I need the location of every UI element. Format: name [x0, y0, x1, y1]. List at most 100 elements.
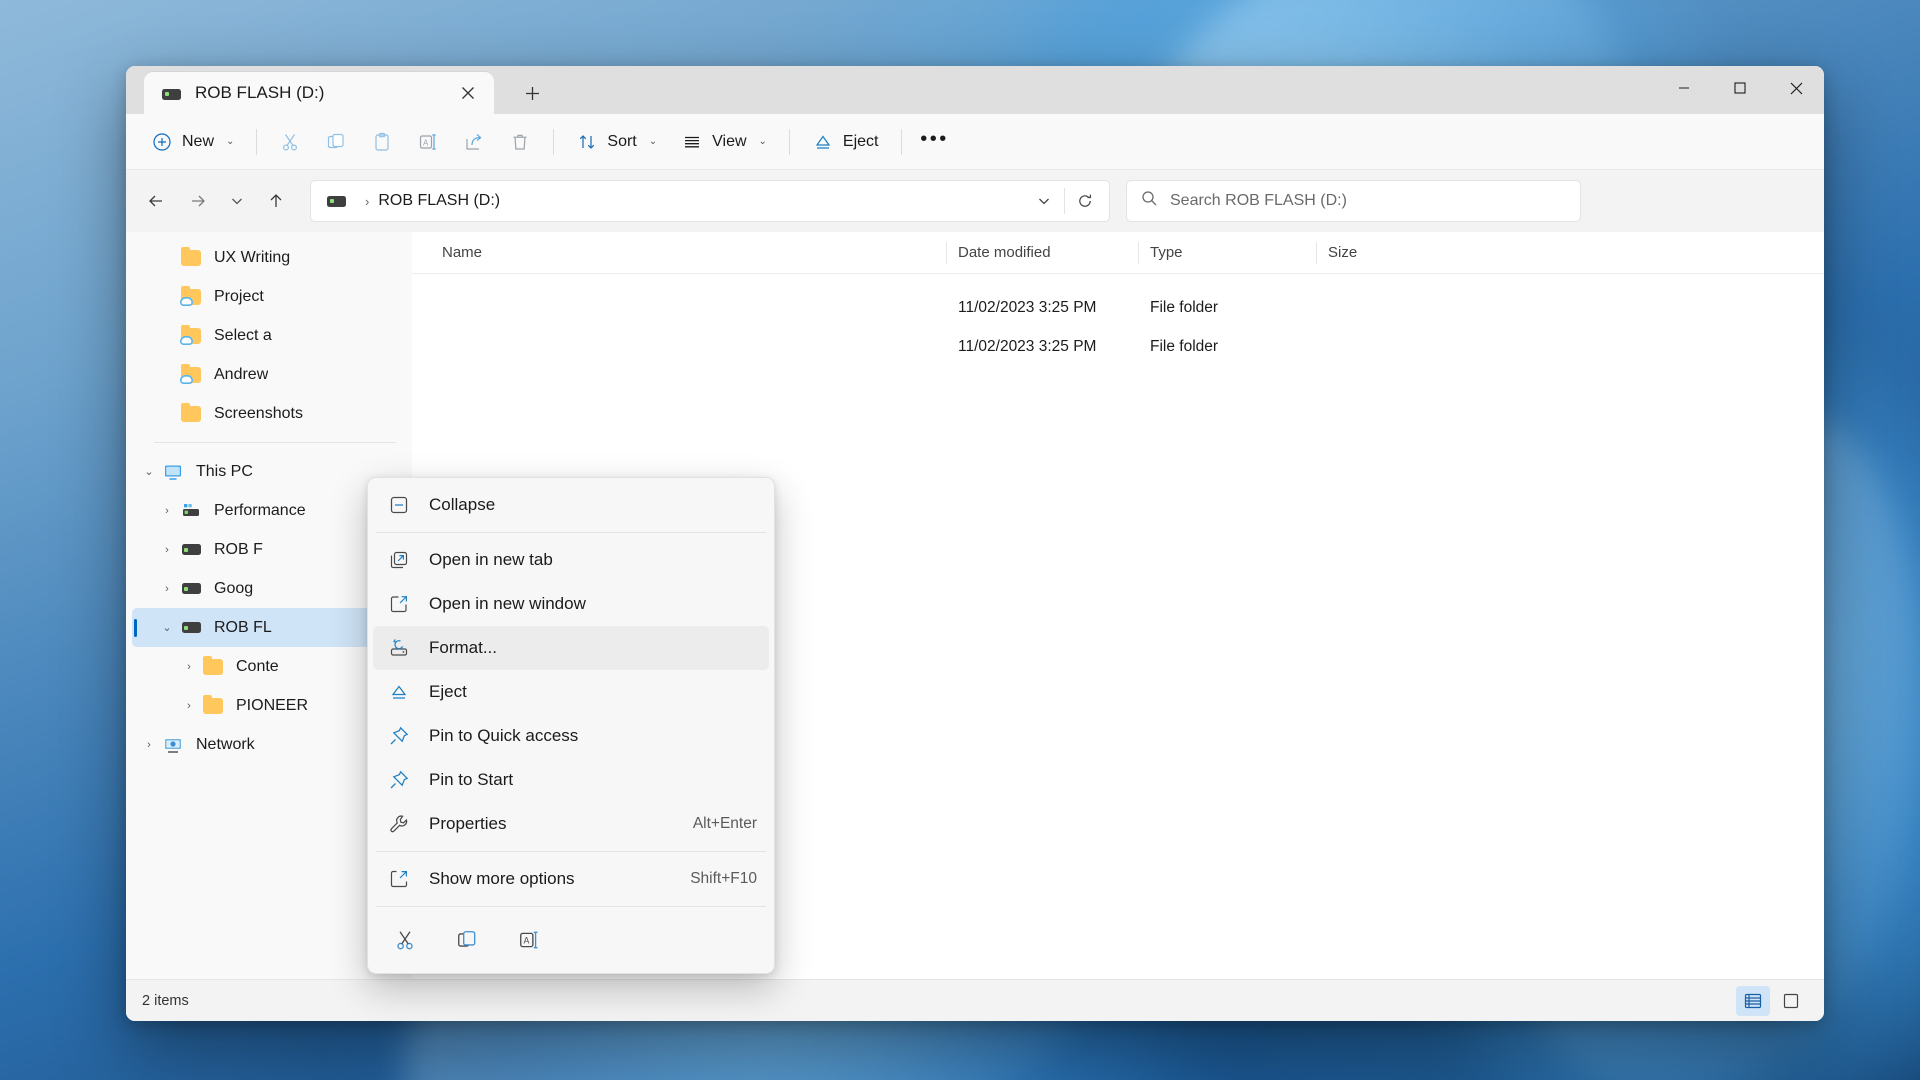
- delete-button[interactable]: [498, 123, 542, 161]
- menu-divider-2: [376, 851, 766, 852]
- tab-title: ROB FLASH (D:): [195, 83, 325, 102]
- copy-button[interactable]: [314, 123, 358, 161]
- toolbar-divider: [256, 128, 258, 155]
- menu-item-open-in-new-tab[interactable]: Open in new tab: [373, 538, 769, 582]
- column-header-size[interactable]: Size: [1316, 232, 1466, 274]
- column-header-date-modified[interactable]: Date modified: [946, 232, 1138, 274]
- view-icon: [681, 131, 703, 153]
- chevron-right-icon[interactable]: ›: [136, 739, 162, 751]
- breadcrumb[interactable]: › ROB FLASH (D:): [310, 180, 1110, 222]
- sidebar-item-pioneer[interactable]: › PIONEER: [132, 686, 404, 725]
- folder-cloud-icon: [180, 363, 202, 384]
- rename-icon[interactable]: A: [509, 920, 549, 960]
- breadcrumb-current[interactable]: ROB FLASH (D:): [378, 192, 500, 210]
- menu-item-label: Format...: [429, 638, 498, 657]
- menu-item-format[interactable]: Format...: [373, 626, 769, 670]
- refresh-icon[interactable]: [1067, 184, 1103, 218]
- sidebar-item-project[interactable]: Project: [132, 277, 404, 316]
- svg-text:A: A: [524, 936, 530, 946]
- drive-icon: [180, 544, 202, 555]
- context-menu[interactable]: Collapse Open in new tab Open in new win…: [367, 477, 775, 974]
- up-button[interactable]: [256, 181, 296, 221]
- folder-cloud-icon: [180, 324, 202, 345]
- view-button[interactable]: View ⌄: [670, 123, 778, 161]
- sidebar-item-network[interactable]: › Network: [132, 725, 404, 764]
- sidebar-item-rob-f[interactable]: › ROB F: [132, 530, 404, 569]
- details-view-icon[interactable]: [1736, 985, 1770, 1016]
- chevron-right-icon[interactable]: ›: [176, 661, 202, 673]
- share-button[interactable]: [452, 123, 496, 161]
- sidebar-item-label: Network: [196, 735, 255, 753]
- sidebar-item-andrew[interactable]: Andrew: [132, 355, 404, 394]
- back-button[interactable]: [136, 181, 176, 221]
- menu-item-eject[interactable]: Eject: [373, 670, 769, 714]
- search-input[interactable]: [1170, 192, 1566, 210]
- monitor-icon: [162, 462, 184, 482]
- show-more-icon: [387, 869, 411, 889]
- sidebar-item-content[interactable]: › Conte: [132, 647, 404, 686]
- chevron-down-icon[interactable]: ⌄: [136, 465, 162, 478]
- search-box[interactable]: [1126, 180, 1581, 222]
- chevron-right-icon[interactable]: ›: [154, 583, 180, 595]
- breadcrumb-dropdown-icon[interactable]: [1026, 184, 1062, 218]
- column-header-name[interactable]: Name: [430, 232, 946, 274]
- large-icons-view-icon[interactable]: [1774, 986, 1808, 1016]
- breadcrumb-divider: [1064, 188, 1065, 214]
- menu-item-label: Open in new window: [429, 594, 586, 613]
- sort-icon: [576, 131, 598, 153]
- folder-icon: [180, 246, 202, 266]
- paste-button[interactable]: [360, 123, 404, 161]
- usb-drive-icon: [162, 87, 181, 100]
- close-icon[interactable]: [452, 77, 484, 109]
- eject-icon: [812, 131, 834, 153]
- chevron-right-icon[interactable]: ›: [154, 544, 180, 556]
- sidebar-item-ux-writing[interactable]: UX Writing: [132, 238, 404, 277]
- minimize-button[interactable]: [1656, 66, 1712, 110]
- column-header-type[interactable]: Type: [1138, 232, 1316, 274]
- chevron-right-icon[interactable]: ›: [176, 700, 202, 712]
- sort-button-label: Sort: [607, 132, 637, 150]
- view-button-label: View: [712, 132, 747, 150]
- menu-item-collapse[interactable]: Collapse: [373, 483, 769, 527]
- sidebar-item-select-a[interactable]: Select a: [132, 316, 404, 355]
- menu-item-open-in-new-window[interactable]: Open in new window: [373, 582, 769, 626]
- menu-item-show-more-options[interactable]: Show more options Shift+F10: [373, 857, 769, 901]
- eject-button[interactable]: Eject: [801, 123, 890, 161]
- menu-item-label: Properties: [429, 814, 507, 833]
- sidebar-item-rob-flash[interactable]: ⌄ ROB FL: [132, 608, 404, 647]
- column-headers: Name Date modified Type Size: [412, 232, 1824, 274]
- folder-icon: [202, 655, 224, 675]
- tab-rob-flash[interactable]: ROB FLASH (D:): [144, 72, 494, 114]
- see-more-button[interactable]: •••: [913, 123, 957, 161]
- sidebar-item-goog[interactable]: › Goog: [132, 569, 404, 608]
- new-tab-icon[interactable]: [516, 77, 548, 109]
- forward-button[interactable]: [178, 181, 218, 221]
- eject-button-label: Eject: [842, 132, 879, 150]
- recent-locations-button[interactable]: [220, 181, 254, 221]
- chevron-right-icon[interactable]: ›: [154, 505, 180, 517]
- menu-item-pin-to-quick-access[interactable]: Pin to Quick access: [373, 714, 769, 758]
- new-button[interactable]: New ⌄: [140, 123, 245, 161]
- menu-item-properties[interactable]: Properties Alt+Enter: [373, 802, 769, 846]
- cut-icon[interactable]: [385, 920, 425, 960]
- network-icon: [162, 735, 184, 755]
- menu-item-pin-to-start[interactable]: Pin to Start: [373, 758, 769, 802]
- ellipsis-icon: •••: [920, 127, 949, 150]
- sidebar-item-label: Performance: [214, 501, 306, 519]
- sort-button[interactable]: Sort ⌄: [565, 123, 668, 161]
- close-button[interactable]: [1768, 66, 1824, 110]
- title-bar: ROB FLASH (D:): [126, 66, 1824, 114]
- cut-button[interactable]: [268, 123, 312, 161]
- rename-button[interactable]: A: [406, 123, 450, 161]
- sidebar-item-this-pc[interactable]: ⌄ This PC: [132, 452, 404, 491]
- table-row[interactable]: 11/02/2023 3:25 PM File folder: [412, 327, 1824, 366]
- chevron-down-icon[interactable]: ⌄: [154, 621, 180, 634]
- table-row[interactable]: 11/02/2023 3:25 PM File folder: [412, 288, 1824, 327]
- folder-icon: [202, 694, 224, 714]
- maximize-button[interactable]: [1712, 66, 1768, 110]
- sidebar-item-label: ROB F: [214, 540, 263, 558]
- copy-icon[interactable]: [447, 920, 487, 960]
- sidebar-item-label: ROB FL: [214, 618, 272, 636]
- sidebar-item-screenshots[interactable]: Screenshots: [132, 394, 404, 433]
- sidebar-item-performance[interactable]: › Performance: [132, 491, 404, 530]
